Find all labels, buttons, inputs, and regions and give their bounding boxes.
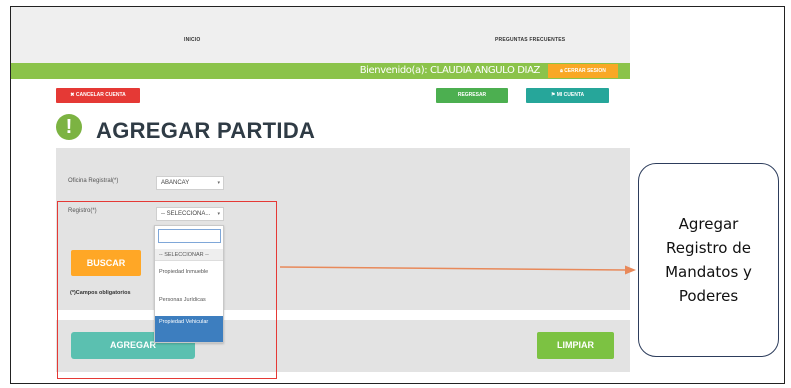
arrow-head bbox=[625, 265, 636, 275]
annotation-text: Agregar Registro de Mandatos y Poderes bbox=[665, 215, 752, 305]
arrow-line bbox=[279, 266, 627, 271]
annotation-callout: Agregar Registro de Mandatos y Poderes bbox=[638, 163, 779, 357]
